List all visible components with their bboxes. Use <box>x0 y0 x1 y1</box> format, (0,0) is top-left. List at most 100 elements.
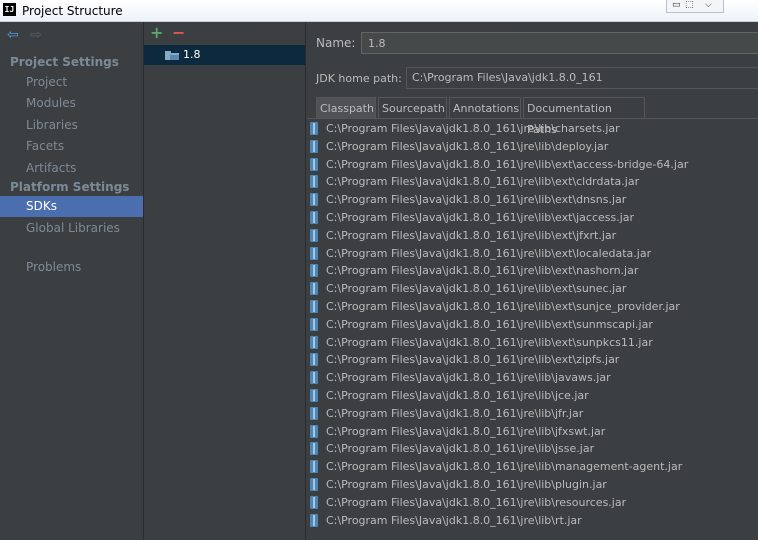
jdk-home-path-field[interactable]: C:\Program Files\Java\jdk1.8.0_161 <box>406 67 758 89</box>
sdk-list-item[interactable]: 1.8 <box>144 45 305 65</box>
classpath-row[interactable]: C:\Program Files\Java\jdk1.8.0_161\jre\l… <box>307 209 758 227</box>
classpath-list: C:\Program Files\Java\jdk1.8.0_161\jre\l… <box>307 120 758 540</box>
intellij-logo-icon: IJ <box>3 3 16 16</box>
jar-icon <box>310 389 318 402</box>
forward-arrow-icon[interactable]: ⇨ <box>30 27 42 43</box>
classpath-entry: C:\Program Files\Java\jdk1.8.0_161\jre\l… <box>326 442 595 456</box>
classpath-row[interactable]: C:\Program Files\Java\jdk1.8.0_161\jre\l… <box>307 423 758 441</box>
classpath-entry: C:\Program Files\Java\jdk1.8.0_161\jre\l… <box>326 157 689 171</box>
classpath-row[interactable]: C:\Program Files\Java\jdk1.8.0_161\jre\l… <box>307 227 758 245</box>
minimize-icon[interactable]: ▭ <box>672 0 681 12</box>
classpath-row[interactable]: C:\Program Files\Java\jdk1.8.0_161\jre\l… <box>307 120 758 138</box>
jar-icon <box>310 406 318 420</box>
classpath-entry: C:\Program Files\Java\jdk1.8.0_161\jre\l… <box>326 371 611 385</box>
classpath-row[interactable]: C:\Program Files\Java\jdk1.8.0_161\jre\l… <box>307 138 758 156</box>
jar-icon <box>310 317 318 331</box>
sdk-name-label: 1.8 <box>183 48 201 61</box>
platform-settings-header: Platform Settings <box>10 180 130 194</box>
classpath-row[interactable]: C:\Program Files\Java\jdk1.8.0_161\jre\l… <box>307 405 758 423</box>
title-bar: IJ Project Structure ▭ ⬚ ⌵ <box>0 0 758 22</box>
sidebar-item-facets[interactable]: Facets <box>0 136 143 157</box>
maximize-icon[interactable]: ⬚ <box>685 0 694 12</box>
classpath-entry: C:\Program Files\Java\jdk1.8.0_161\jre\l… <box>326 406 584 420</box>
classpath-entry: C:\Program Files\Java\jdk1.8.0_161\jre\l… <box>326 139 609 153</box>
sidebar-item-sdks[interactable]: SDKs <box>0 196 143 217</box>
jar-icon <box>310 495 318 509</box>
jar-icon <box>310 175 318 189</box>
tab-sourcepath[interactable]: Sourcepath <box>378 97 447 118</box>
classpath-row[interactable]: C:\Program Files\Java\jdk1.8.0_161\jre\l… <box>307 387 758 405</box>
classpath-row[interactable]: C:\Program Files\Java\jdk1.8.0_161\jre\l… <box>307 334 758 352</box>
remove-sdk-button[interactable]: − <box>172 23 185 42</box>
back-arrow-icon[interactable]: ⇦ <box>7 27 19 43</box>
tab-divider <box>307 118 758 119</box>
sidebar-item-modules[interactable]: Modules <box>0 93 143 114</box>
sidebar-item-artifacts[interactable]: Artifacts <box>0 158 143 179</box>
window-controls: ▭ ⬚ ⌵ <box>666 0 724 13</box>
classpath-entry: C:\Program Files\Java\jdk1.8.0_161\jre\l… <box>326 282 627 296</box>
classpath-entry: C:\Program Files\Java\jdk1.8.0_161\jre\l… <box>326 460 683 474</box>
settings-sidebar: ⇦ ⇨ Project Settings Project Modules Lib… <box>0 22 144 540</box>
classpath-row[interactable]: C:\Program Files\Java\jdk1.8.0_161\jre\l… <box>307 316 758 334</box>
name-input[interactable] <box>361 32 758 54</box>
tab-annotations[interactable]: Annotations <box>449 97 521 118</box>
classpath-entry: C:\Program Files\Java\jdk1.8.0_161\jre\l… <box>326 335 653 349</box>
classpath-entry: C:\Program Files\Java\jdk1.8.0_161\jre\l… <box>326 389 589 402</box>
classpath-row[interactable]: C:\Program Files\Java\jdk1.8.0_161\jre\l… <box>307 191 758 209</box>
classpath-row[interactable]: C:\Program Files\Java\jdk1.8.0_161\jre\l… <box>307 458 758 476</box>
classpath-entry: C:\Program Files\Java\jdk1.8.0_161\jre\l… <box>326 193 627 207</box>
jar-icon <box>310 371 318 385</box>
tab-documentation-paths[interactable]: Documentation Paths <box>523 97 645 136</box>
classpath-row[interactable]: C:\Program Files\Java\jdk1.8.0_161\jre\l… <box>307 262 758 280</box>
window-title: Project Structure <box>22 4 123 18</box>
jar-icon <box>310 246 318 260</box>
classpath-entry: C:\Program Files\Java\jdk1.8.0_161\jre\l… <box>326 513 582 527</box>
sidebar-item-global-libraries[interactable]: Global Libraries <box>0 218 143 239</box>
jar-icon <box>310 300 318 313</box>
classpath-entry: C:\Program Files\Java\jdk1.8.0_161\jre\l… <box>326 317 653 331</box>
project-settings-header: Project Settings <box>10 55 119 69</box>
folder-icon <box>165 51 179 60</box>
jar-icon <box>310 478 318 491</box>
sdk-list-panel: + − 1.8 <box>144 22 306 540</box>
classpath-row[interactable]: C:\Program Files\Java\jdk1.8.0_161\jre\l… <box>307 476 758 494</box>
classpath-row[interactable]: C:\Program Files\Java\jdk1.8.0_161\jre\l… <box>307 245 758 263</box>
classpath-row[interactable]: C:\Program Files\Java\jdk1.8.0_161\jre\l… <box>307 351 758 369</box>
classpath-entry: C:\Program Files\Java\jdk1.8.0_161\jre\l… <box>326 175 640 189</box>
sidebar-item-libraries[interactable]: Libraries <box>0 115 143 136</box>
sidebar-item-project[interactable]: Project <box>0 72 143 93</box>
classpath-row[interactable]: C:\Program Files\Java\jdk1.8.0_161\jre\l… <box>307 280 758 298</box>
classpath-row[interactable]: C:\Program Files\Java\jdk1.8.0_161\jre\l… <box>307 156 758 174</box>
jar-icon <box>310 424 318 438</box>
sdk-details-panel: Name: JDK home path: C:\Program Files\Ja… <box>306 22 758 540</box>
jar-icon <box>310 157 318 171</box>
jar-icon <box>310 282 318 296</box>
classpath-entry: C:\Program Files\Java\jdk1.8.0_161\jre\l… <box>326 353 620 367</box>
jar-icon <box>310 139 318 153</box>
jar-icon <box>310 264 318 278</box>
chevron-down-icon[interactable]: ⌵ <box>705 0 712 12</box>
classpath-entry: C:\Program Files\Java\jdk1.8.0_161\jre\l… <box>326 264 639 278</box>
classpath-row[interactable]: C:\Program Files\Java\jdk1.8.0_161\jre\l… <box>307 512 758 530</box>
classpath-row[interactable]: C:\Program Files\Java\jdk1.8.0_161\jre\l… <box>307 494 758 512</box>
classpath-entry: C:\Program Files\Java\jdk1.8.0_161\jre\l… <box>326 424 606 438</box>
jar-icon <box>310 228 318 242</box>
add-sdk-button[interactable]: + <box>150 23 163 42</box>
classpath-entry: C:\Program Files\Java\jdk1.8.0_161\jre\l… <box>326 211 635 224</box>
classpath-row[interactable]: C:\Program Files\Java\jdk1.8.0_161\jre\l… <box>307 298 758 316</box>
jdk-home-label: JDK home path: <box>316 72 402 85</box>
tab-classpath[interactable]: Classpath <box>316 97 376 118</box>
classpath-entry: C:\Program Files\Java\jdk1.8.0_161\jre\l… <box>326 300 680 313</box>
jar-icon <box>310 193 318 207</box>
classpath-row[interactable]: C:\Program Files\Java\jdk1.8.0_161\jre\l… <box>307 440 758 458</box>
classpath-entry: C:\Program Files\Java\jdk1.8.0_161\jre\l… <box>326 246 652 260</box>
classpath-entry: C:\Program Files\Java\jdk1.8.0_161\jre\l… <box>326 228 617 242</box>
nav-toolbar: ⇦ ⇨ <box>0 22 143 48</box>
classpath-row[interactable]: C:\Program Files\Java\jdk1.8.0_161\jre\l… <box>307 173 758 191</box>
sidebar-item-problems[interactable]: Problems <box>0 257 143 278</box>
jar-icon <box>310 460 318 474</box>
jar-icon <box>310 353 318 367</box>
classpath-row[interactable]: C:\Program Files\Java\jdk1.8.0_161\jre\l… <box>307 369 758 387</box>
classpath-entry: C:\Program Files\Java\jdk1.8.0_161\jre\l… <box>326 495 627 509</box>
jar-icon <box>310 211 318 224</box>
